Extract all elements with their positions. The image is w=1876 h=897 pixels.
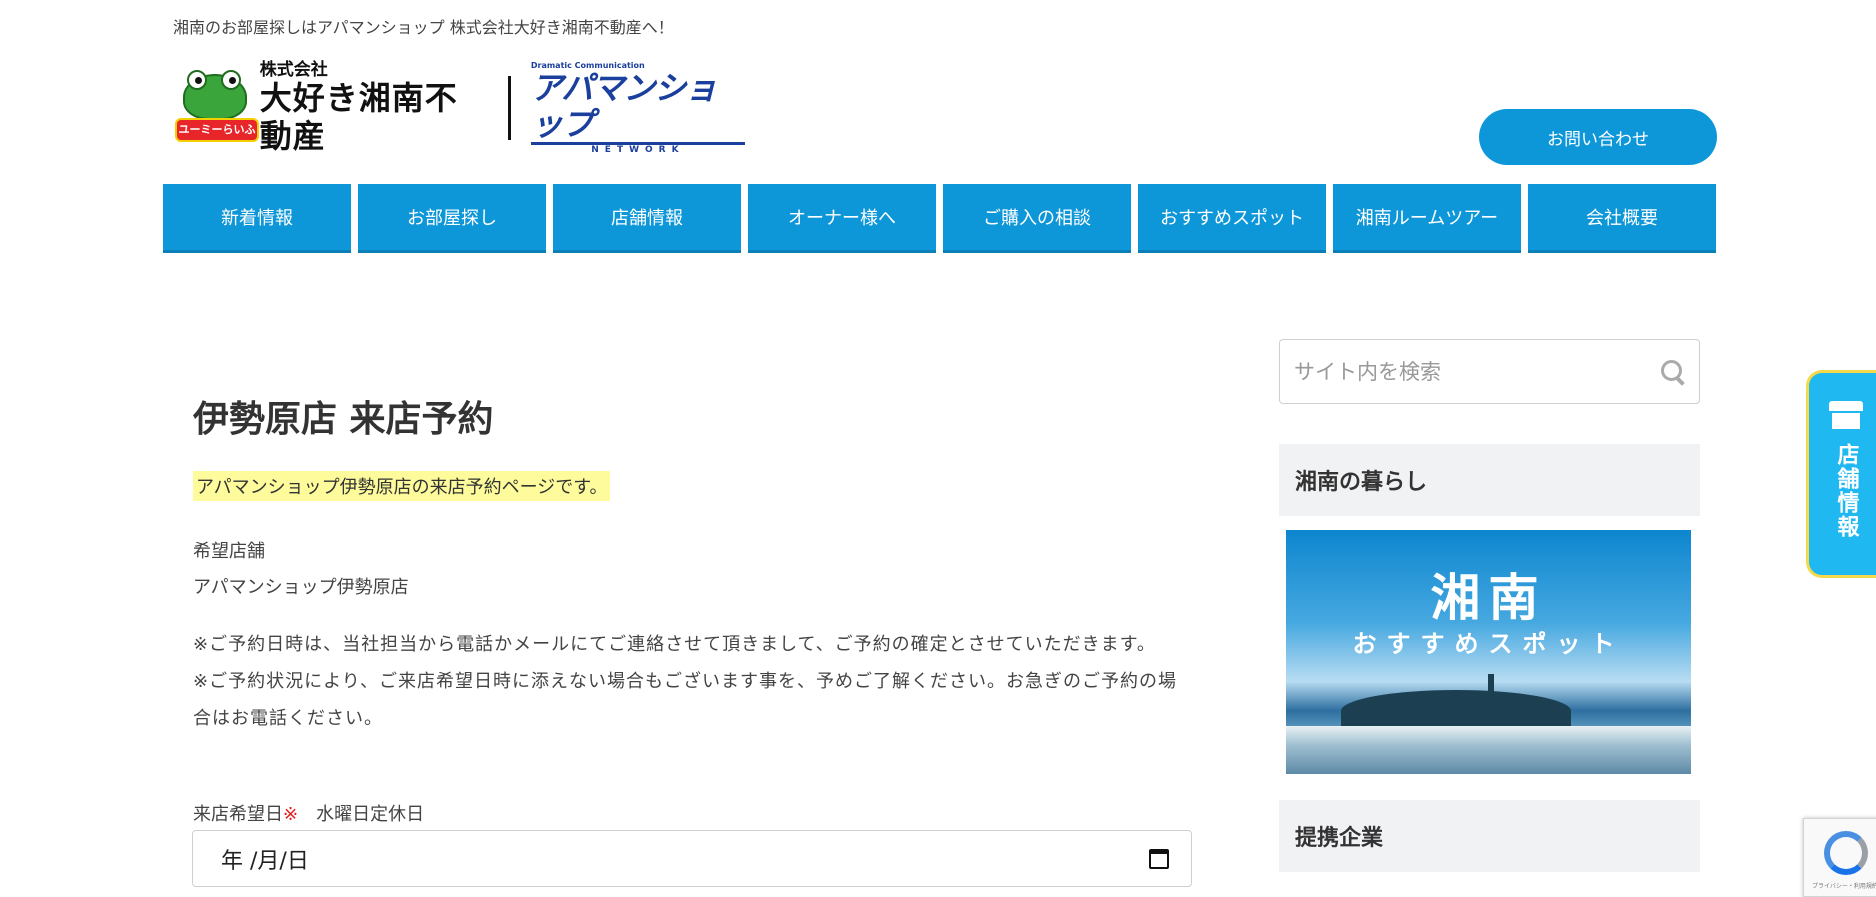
sidebar-heading-partners: 提携企業: [1279, 800, 1700, 872]
floating-store-tab[interactable]: 店舗情報: [1806, 370, 1876, 578]
notice-line-1: ※ご予約日時は、当社担当から電話かメールにてご連絡させて頂きまして、ご予約の確定…: [193, 634, 1156, 655]
company-name-block: 株式会社 大好き湘南不動産: [260, 61, 489, 155]
partner-name: アパマンショップ: [530, 69, 717, 143]
partner-network: NETWORK: [530, 142, 745, 155]
mascot-badge: ユーミーらいふ: [175, 118, 259, 142]
required-mark: ※: [283, 804, 299, 825]
date-input-value: 年 /月/日: [221, 848, 309, 874]
partner-logo: Dramatic Communication アパマンショップ NETWORK: [530, 61, 745, 155]
date-label-text: 来店希望日: [193, 804, 283, 825]
nav-item-room-tour[interactable]: 湘南ルームツアー: [1333, 184, 1521, 253]
search-icon[interactable]: [1661, 359, 1685, 384]
nav-item-news[interactable]: 新着情報: [163, 184, 351, 253]
closed-day-note: 水曜日定休日: [316, 804, 425, 825]
sidebar-heading-life: 湘南の暮らし: [1279, 444, 1700, 516]
nav-item-spots[interactable]: おすすめスポット: [1138, 184, 1326, 253]
nav-item-room-search[interactable]: お部屋探し: [358, 184, 546, 253]
nav-item-company[interactable]: 会社概要: [1528, 184, 1716, 253]
company-name: 大好き湘南不動産: [259, 79, 458, 155]
search-input[interactable]: [1294, 359, 1661, 384]
nav-item-stores[interactable]: 店舗情報: [553, 184, 741, 253]
shonan-spots-banner[interactable]: 湘南 おすすめスポット: [1286, 530, 1691, 774]
sea-shape: [1286, 726, 1691, 774]
floating-tab-label: 店舗情報: [1833, 443, 1859, 539]
site-tagline: 湘南のお部屋探しはアパマンショップ 株式会社大好き湘南不動産へ！: [173, 18, 674, 37]
recaptcha-terms[interactable]: プライバシー・利用規約: [1812, 881, 1876, 890]
recaptcha-icon: [1824, 831, 1868, 875]
date-field-label: 来店希望日※ 水曜日定休日: [193, 800, 424, 826]
site-logo[interactable]: ユーミーらいふ 株式会社 大好き湘南不動産 Dramatic Communica…: [175, 61, 745, 155]
notice-line-2: ※ご予約状況により、ご来店希望日時に添えない場合もございます事を、予めご了解くだ…: [193, 671, 1177, 729]
site-search: [1279, 339, 1700, 404]
store-field: 希望店舗 アパマンショップ伊勢原店: [193, 534, 409, 606]
calendar-icon[interactable]: [1149, 848, 1169, 869]
banner-title: 湘南: [1430, 569, 1547, 627]
contact-button[interactable]: お問い合わせ: [1479, 109, 1717, 165]
store-label: 希望店舗: [193, 541, 265, 562]
global-nav: 新着情報 お部屋探し 店舗情報 オーナー様へ ご購入の相談 おすすめスポット 湘…: [163, 184, 1716, 253]
page-title: 伊勢原店 来店予約: [193, 399, 494, 440]
nav-item-owners[interactable]: オーナー様へ: [748, 184, 936, 253]
company-type: 株式会社: [259, 60, 328, 80]
intro-text: アパマンショップ伊勢原店の来店予約ページです。: [193, 471, 611, 501]
visit-date-input[interactable]: 年 /月/日: [192, 830, 1192, 887]
nav-item-purchase[interactable]: ご購入の相談: [943, 184, 1131, 253]
mascot-frog-icon: ユーミーらいふ: [175, 70, 259, 146]
store-value: アパマンショップ伊勢原店: [193, 577, 409, 598]
store-icon: [1828, 401, 1863, 429]
tower-shape: [1488, 674, 1494, 696]
logo-divider: [508, 76, 511, 140]
reservation-notice: ※ご予約日時は、当社担当から電話かメールにてご連絡させて頂きまして、ご予約の確定…: [193, 626, 1193, 737]
banner-subtitle: おすすめスポット: [1352, 630, 1625, 658]
recaptcha-badge[interactable]: プライバシー・利用規約: [1803, 818, 1876, 897]
